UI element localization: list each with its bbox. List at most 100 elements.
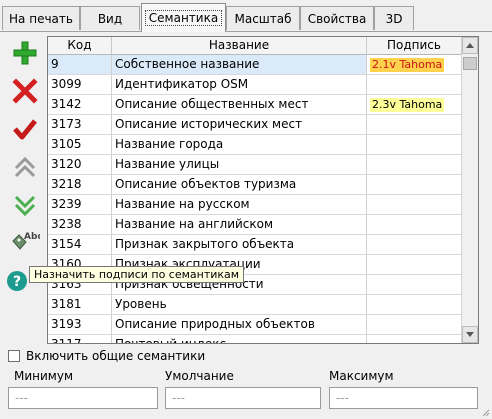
cell-code[interactable]: 3181 — [48, 295, 112, 314]
tab-3d[interactable]: 3D — [374, 6, 414, 30]
arrow-down-icon — [466, 332, 474, 337]
move-up-button[interactable] — [8, 152, 42, 182]
cell-code[interactable]: 3193 — [48, 315, 112, 334]
minimum-input[interactable]: --- — [8, 387, 158, 409]
scrollbar-thumb[interactable] — [463, 57, 477, 70]
cell-sign[interactable] — [367, 175, 462, 194]
table-row[interactable]: 3120 Название улицы — [48, 155, 462, 175]
delete-icon — [12, 78, 38, 104]
cell-sign[interactable] — [367, 75, 462, 94]
minimum-group: Минимум --- — [8, 369, 158, 409]
add-button[interactable] — [8, 38, 42, 68]
tab-semantics[interactable]: Семантика — [141, 3, 226, 32]
cell-sign[interactable] — [367, 255, 462, 274]
cell-code[interactable]: 3239 — [48, 195, 112, 214]
minimum-label: Минимум — [14, 369, 74, 383]
table-row[interactable]: 3099 Идентификатор OSM — [48, 75, 462, 95]
cell-name[interactable]: Признак закрытого объекта — [112, 235, 367, 254]
move-down-button[interactable] — [8, 190, 42, 220]
column-header-sign[interactable]: Подпись — [367, 37, 462, 55]
tab-strip: На печать Вид Семантика Масштаб Свойства… — [0, 0, 492, 32]
svg-text:Abc: Abc — [24, 232, 40, 242]
table-row[interactable]: 3142 Описание общественных мест 2.3v Tahom… — [48, 95, 462, 115]
cell-name[interactable]: Название на английском — [112, 215, 367, 234]
cell-sign[interactable] — [367, 335, 462, 343]
tab-properties[interactable]: Свойства — [300, 6, 374, 30]
move-down-icon — [14, 195, 36, 217]
cell-name[interactable]: Название на русском — [112, 195, 367, 214]
scroll-up-button[interactable] — [462, 37, 478, 54]
help-icon: ? — [7, 271, 27, 291]
cell-code[interactable]: 3173 — [48, 115, 112, 134]
label-by-semantics-button[interactable]: Abc — [8, 226, 42, 256]
cell-sign[interactable] — [367, 215, 462, 234]
cell-name[interactable]: Идентификатор OSM — [112, 75, 367, 94]
cell-name[interactable]: Описание объектов туризма — [112, 175, 367, 194]
default-input[interactable]: --- — [165, 387, 321, 409]
delete-button[interactable] — [8, 76, 42, 106]
table-row[interactable]: 3105 Название города — [48, 135, 462, 155]
apply-button[interactable] — [8, 114, 42, 144]
semantics-table[interactable]: Код Название Подпись 9 Собственное назван… — [47, 36, 479, 344]
scroll-down-button[interactable] — [462, 326, 478, 343]
cell-sign[interactable] — [367, 295, 462, 314]
cell-code[interactable]: 3099 — [48, 75, 112, 94]
resize-grip-icon[interactable] — [480, 407, 490, 417]
table-row[interactable]: 3239 Название на русском — [48, 195, 462, 215]
cell-sign[interactable] — [367, 235, 462, 254]
maximum-input[interactable]: --- — [329, 387, 478, 409]
tab-divider — [0, 31, 492, 32]
cell-name[interactable]: Название города — [112, 135, 367, 154]
cell-code[interactable]: 3120 — [48, 155, 112, 174]
cell-code[interactable]: 3105 — [48, 135, 112, 154]
include-common-semantics-option[interactable]: Включить общие семантики — [8, 348, 205, 364]
cell-code[interactable]: 3218 — [48, 175, 112, 194]
arrow-up-icon — [466, 43, 474, 48]
vertical-scrollbar[interactable] — [461, 37, 478, 343]
table-row[interactable]: 3193 Описание природных объектов — [48, 315, 462, 335]
tab-scale[interactable]: Масштаб — [226, 6, 300, 30]
cell-code[interactable]: 3117 — [48, 335, 112, 343]
include-common-semantics-checkbox[interactable] — [8, 350, 20, 362]
table-row[interactable]: 3238 Название на английском — [48, 215, 462, 235]
cell-code[interactable]: 3238 — [48, 215, 112, 234]
cell-name[interactable]: Описание общественных мест — [112, 95, 367, 114]
cell-name[interactable]: Название улицы — [112, 155, 367, 174]
column-header-name[interactable]: Название — [112, 37, 367, 55]
table-row[interactable]: 3181 Уровень — [48, 295, 462, 315]
cell-sign[interactable] — [367, 135, 462, 154]
cell-name[interactable]: Описание природных объектов — [112, 315, 367, 334]
cell-name[interactable]: Описание исторических мест — [112, 115, 367, 134]
table-row[interactable]: 9 Собственное название 2.1v Tahoma — [48, 55, 462, 75]
column-header-code[interactable]: Код — [48, 37, 112, 55]
tooltip: Назначить подписи по семантикам — [29, 266, 245, 283]
cell-sign[interactable] — [367, 155, 462, 174]
cell-sign[interactable] — [367, 195, 462, 214]
cell-sign[interactable]: 2.1v Tahoma — [367, 55, 462, 74]
cell-code[interactable]: 3154 — [48, 235, 112, 254]
maximum-label: Максимум — [329, 369, 394, 383]
table-row[interactable]: 3117 Почтовый индекс — [48, 335, 462, 343]
default-label: Умолчание — [165, 369, 234, 383]
cell-code[interactable]: 9 — [48, 55, 112, 74]
cell-sign[interactable]: 2.3v Tahoma — [367, 95, 462, 114]
cell-sign[interactable] — [367, 275, 462, 294]
tab-print[interactable]: На печать — [2, 6, 80, 30]
svg-text:?: ? — [13, 274, 21, 290]
sign-label: 2.1v Tahoma — [370, 58, 445, 72]
cell-name[interactable]: Собственное название — [112, 55, 367, 74]
cell-name[interactable]: Почтовый индекс — [112, 335, 367, 343]
help-button[interactable]: ? — [6, 266, 28, 296]
add-icon — [13, 41, 37, 65]
cell-name[interactable]: Уровень — [112, 295, 367, 314]
cell-code[interactable]: 3142 — [48, 95, 112, 114]
tab-view[interactable]: Вид — [80, 6, 140, 30]
maximum-group: Максимум --- — [329, 369, 478, 409]
table-row[interactable]: 3173 Описание исторических мест — [48, 115, 462, 135]
check-icon — [13, 119, 37, 140]
table-row[interactable]: 3154 Признак закрытого объекта — [48, 235, 462, 255]
cell-sign[interactable] — [367, 115, 462, 134]
cell-sign[interactable] — [367, 315, 462, 334]
table-row[interactable]: 3218 Описание объектов туризма — [48, 175, 462, 195]
table-header: Код Название Подпись — [48, 37, 462, 55]
